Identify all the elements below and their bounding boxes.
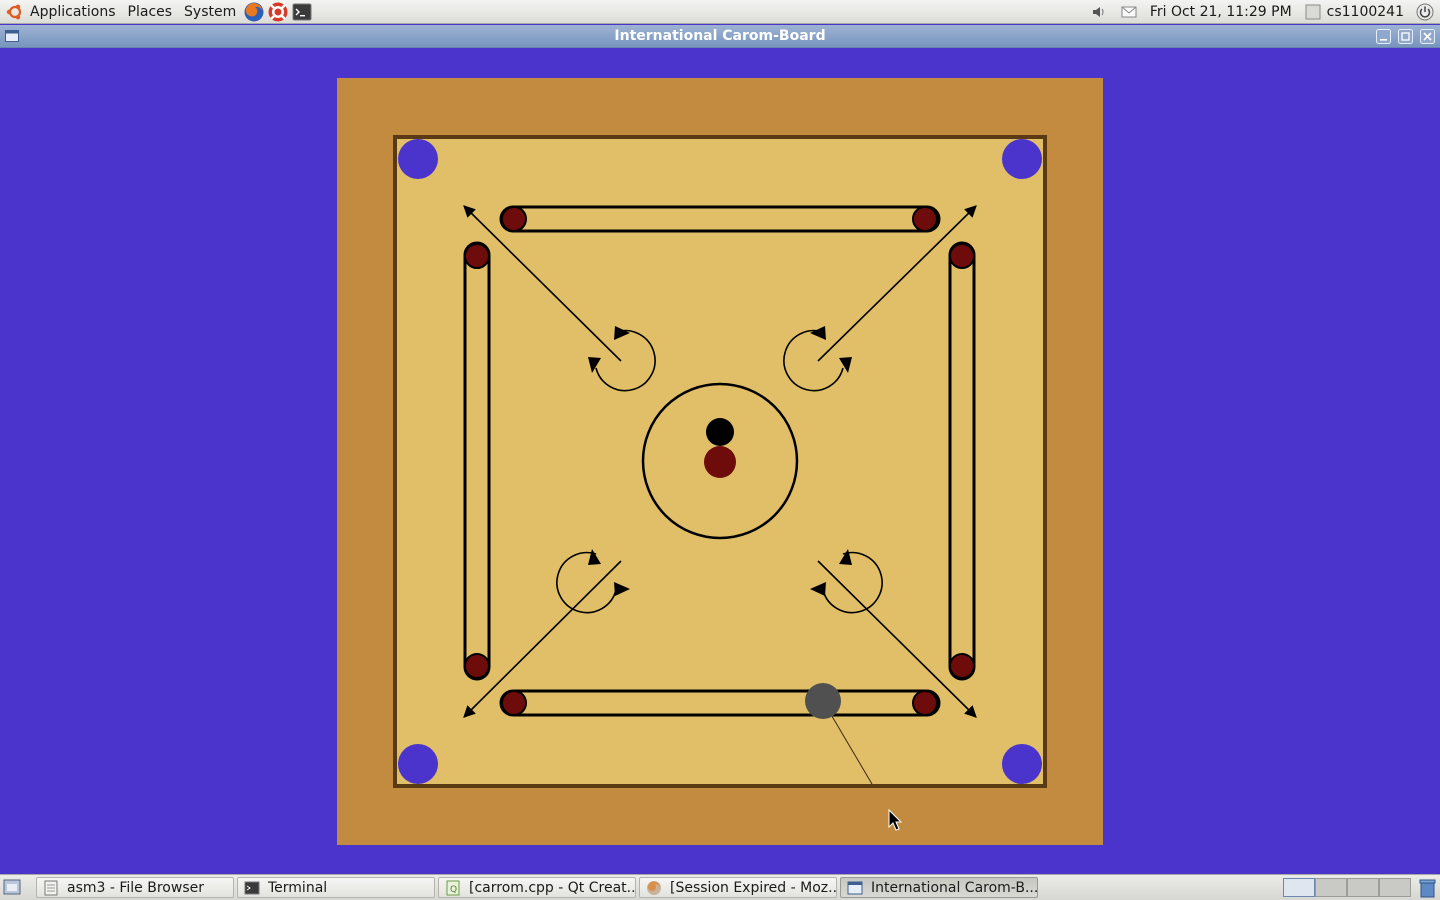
diagonal-arrow-bottom-left	[463, 560, 622, 718]
base-circle	[912, 690, 938, 716]
carrom-board	[337, 78, 1103, 845]
close-icon[interactable]	[1420, 29, 1435, 44]
baseline-right	[948, 241, 976, 681]
base-circle	[464, 243, 490, 269]
baseline-left	[463, 241, 491, 681]
bottom-panel: asm3 - File Browser Terminal Q [carrom.c…	[0, 874, 1440, 900]
task-qt-creator[interactable]: Q [carrom.cpp - Qt Creat...	[438, 877, 636, 898]
aim-line	[822, 700, 873, 785]
applications-menu-label: Applications	[30, 3, 116, 20]
user-name: cs1100241	[1326, 4, 1404, 20]
places-menu[interactable]: Places	[122, 0, 179, 24]
help-icon[interactable]	[267, 1, 289, 23]
board-frame	[337, 78, 1103, 845]
applications-menu[interactable]: Applications	[0, 0, 122, 24]
base-circle	[949, 653, 975, 679]
mail-indicator[interactable]	[1114, 0, 1144, 24]
diagonal-arrow-top-right	[817, 205, 977, 362]
board-surface	[393, 135, 1047, 788]
base-circle	[464, 653, 490, 679]
base-circle	[501, 690, 527, 716]
firefox-icon[interactable]	[243, 1, 265, 23]
workspace-switcher	[1283, 878, 1413, 897]
pocket-bottom-right	[1002, 744, 1042, 784]
diagonal-arrow-bottom-right	[817, 560, 977, 718]
file-browser-icon	[44, 880, 58, 895]
task-label: [carrom.cpp - Qt Creat...	[469, 879, 636, 896]
power-icon	[1416, 3, 1434, 21]
arc-arrow-top-left	[595, 329, 656, 392]
user-icon	[1305, 4, 1321, 20]
user-switcher[interactable]: cs1100241	[1298, 0, 1410, 24]
task-label: asm3 - File Browser	[67, 879, 204, 896]
queen-coin[interactable]	[704, 446, 736, 478]
places-menu-label: Places	[127, 3, 173, 20]
baseline-bottom	[499, 689, 941, 717]
system-menu-label: System	[184, 3, 237, 20]
window-title: International Carom-Board	[614, 28, 826, 44]
task-file-browser[interactable]: asm3 - File Browser	[36, 877, 234, 898]
volume-control[interactable]	[1084, 0, 1114, 24]
center-circle	[641, 382, 799, 540]
top-panel: Applications Places System Fri Oct 21, 1…	[0, 0, 1440, 24]
trash-icon[interactable]	[1418, 878, 1437, 898]
black-coin[interactable]	[706, 418, 734, 446]
ubuntu-logo-icon	[6, 4, 22, 19]
mouse-cursor-icon	[888, 808, 903, 831]
qt-creator-icon: Q	[446, 880, 460, 895]
base-circle	[949, 243, 975, 269]
striker[interactable]	[805, 683, 841, 719]
task-carom-board[interactable]: International Carom-B...	[840, 877, 1038, 898]
firefox-icon	[647, 880, 661, 895]
arc-arrow-bottom-left	[556, 551, 617, 614]
workspace-4[interactable]	[1379, 878, 1411, 897]
system-tray: Fri Oct 21, 11:29 PM cs1100241	[1084, 0, 1440, 24]
maximize-icon[interactable]	[1398, 29, 1413, 44]
minimize-icon[interactable]	[1376, 29, 1391, 44]
diagonal-arrow-top-left	[463, 205, 622, 362]
workspace-1[interactable]	[1283, 878, 1315, 897]
pocket-bottom-left	[398, 744, 438, 784]
task-label: Terminal	[268, 879, 328, 896]
base-circle	[501, 206, 527, 232]
carrom-board-canvas[interactable]	[0, 0, 1440, 900]
show-desktop-icon[interactable]	[3, 879, 21, 896]
terminal-icon	[244, 881, 260, 894]
arc-arrow-top-right	[783, 329, 844, 392]
system-menu[interactable]: System	[178, 0, 242, 24]
envelope-icon	[1121, 6, 1137, 18]
shutdown-button[interactable]	[1410, 0, 1440, 24]
pocket-top-right	[1002, 139, 1042, 179]
svg-text:Q: Q	[450, 885, 457, 895]
workspace-3[interactable]	[1347, 878, 1379, 897]
window-icon	[847, 881, 863, 894]
speaker-icon	[1092, 7, 1104, 17]
clock[interactable]: Fri Oct 21, 11:29 PM	[1144, 0, 1298, 24]
task-label: [Session Expired - Moz...	[670, 879, 837, 896]
arc-arrow-bottom-right	[822, 551, 883, 614]
task-firefox[interactable]: [Session Expired - Moz...	[639, 877, 837, 898]
baseline-top	[499, 205, 941, 233]
task-terminal[interactable]: Terminal	[237, 877, 435, 898]
clock-text: Fri Oct 21, 11:29 PM	[1149, 4, 1292, 20]
pocket-top-left	[398, 139, 438, 179]
base-circle	[912, 206, 938, 232]
task-label: International Carom-B...	[871, 879, 1038, 896]
workspace-2[interactable]	[1315, 878, 1347, 897]
terminal-icon[interactable]	[291, 1, 313, 23]
window-titlebar[interactable]: International Carom-Board	[0, 25, 1440, 48]
